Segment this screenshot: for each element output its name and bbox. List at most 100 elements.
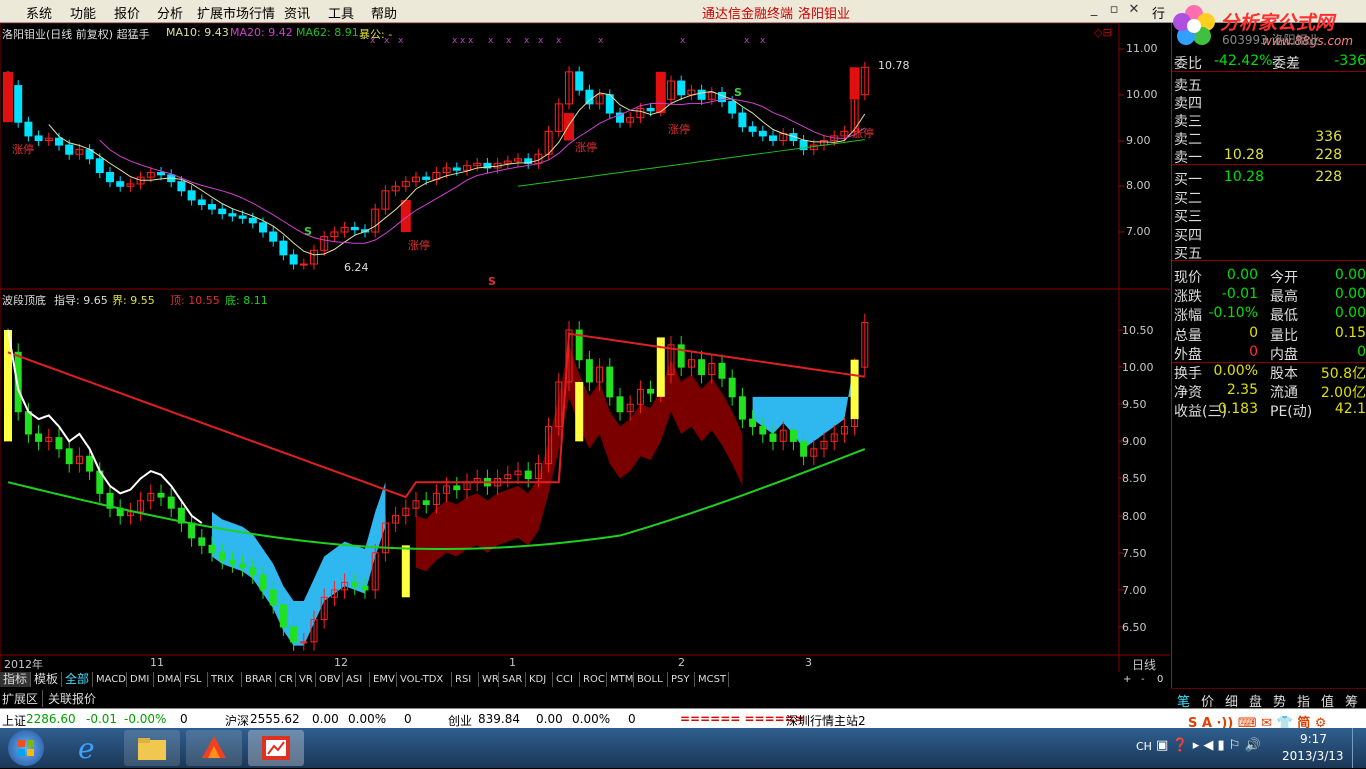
signal-x-mark: x [760, 36, 766, 46]
kline-chart[interactable]: xxxxxxxxxxxxxxx [0, 23, 1170, 688]
sell-level-row[interactable]: 卖二 336 [1174, 129, 1366, 148]
sell-level-row[interactable]: 卖四 [1174, 93, 1366, 112]
tab-psy[interactable]: PSY [668, 672, 695, 687]
stat-value: 0.00 [1226, 267, 1258, 283]
signal-x-mark: x [460, 36, 466, 46]
menu-analysis[interactable]: 分析 [157, 3, 183, 22]
limit-up-candle [655, 71, 666, 114]
minimize-icon[interactable]: _ [1086, 2, 1102, 18]
panel-divider [1172, 260, 1366, 261]
sub-axis-label: 8.00 [1122, 510, 1147, 523]
menu-help[interactable]: 帮助 [371, 3, 397, 22]
status-bar: 上证 2286.60 -0.01 -0.00% 0 沪深 2555.62 0.0… [0, 708, 1366, 731]
lang-indicator[interactable]: CH [1136, 740, 1152, 753]
menu-info[interactable]: 资讯 [284, 3, 310, 22]
ma10-label: MA10: 9.43 [166, 26, 229, 39]
stock-code: 603993 洛阳钼业 [1222, 33, 1320, 47]
candle-body [55, 137, 63, 146]
sub-candle-body [361, 585, 369, 591]
candle-body [646, 107, 655, 112]
server-name[interactable]: 深圳行情主站2 [786, 712, 866, 729]
sub-candle-body [728, 377, 736, 398]
main-axis-label: 9.00 [1126, 134, 1151, 147]
explorer-icon[interactable] [124, 730, 180, 766]
cyan-band [212, 482, 386, 646]
stat-value: 0.15 [1334, 324, 1366, 341]
sub-candle-body [453, 485, 461, 491]
tab-all[interactable]: 全部 [62, 672, 93, 687]
tab-brar[interactable]: BRAR [242, 672, 276, 687]
tab-asi[interactable]: ASI [343, 672, 370, 687]
candle-body [24, 121, 33, 137]
low-price-label: 6.24 [344, 261, 369, 274]
close-icon[interactable]: ✕ [1126, 2, 1142, 18]
sell-level-label: 卖五 [1174, 78, 1202, 94]
tab-cci[interactable]: CCI [553, 672, 580, 687]
sub-candle-body [698, 359, 706, 376]
tdx-app-icon[interactable] [186, 730, 242, 766]
tab-mtm[interactable]: MTM [607, 672, 634, 687]
tab-indicator[interactable]: 指标 [0, 672, 31, 687]
zoom-out-button[interactable]: - [1138, 672, 1154, 687]
menu-quote[interactable]: 报价 [114, 3, 140, 22]
tab-fsl[interactable]: FSL [181, 672, 208, 687]
tab-trix[interactable]: TRIX [208, 672, 242, 687]
chart-area[interactable]: xxxxxxxxxxxxxxx 洛阳钼业(日线 前复权) 超猛手 MA10: 9… [0, 23, 1170, 688]
show-desktop-button[interactable] [1352, 728, 1366, 768]
linked-quote-tab[interactable]: 关联报价 [48, 690, 96, 707]
signal-x-mark: x [488, 36, 494, 46]
tab-macd[interactable]: MACD [93, 672, 127, 687]
tdx-window-icon[interactable] [248, 730, 304, 766]
sell-level-row[interactable]: 卖五 [1174, 75, 1366, 94]
tab-boll[interactable]: BOLL [634, 672, 668, 687]
candle-body [728, 101, 737, 114]
zoom-reset-button[interactable]: 0 [1154, 672, 1170, 687]
tab-vol-tdx[interactable]: VOL-TDX [397, 672, 452, 687]
menu-system[interactable]: 系统 [26, 3, 52, 22]
tab-template[interactable]: 模板 [31, 672, 62, 687]
ma62-label: MA62: 8.91 [296, 26, 359, 39]
hs-change: 0.00 [312, 712, 339, 726]
start-button-icon[interactable] [8, 730, 44, 766]
tab-vr[interactable]: VR [296, 672, 316, 687]
ie-icon[interactable]: e [72, 732, 108, 765]
sell-level-row[interactable]: 卖三 [1174, 111, 1366, 130]
menu-tools[interactable]: 工具 [328, 3, 354, 22]
candle-body [177, 181, 186, 192]
tab-cr[interactable]: CR [276, 672, 296, 687]
menu-function[interactable]: 功能 [70, 3, 96, 22]
buy-level-row[interactable]: 买四 [1174, 225, 1366, 244]
right-tab[interactable]: 行 [1152, 3, 1165, 22]
sub-axis-label: 7.00 [1122, 584, 1147, 597]
tray-icons[interactable]: ▣ ❓ ▸ ◀ ▮ ⚐ 🔊 [1156, 738, 1261, 753]
menu-ext-market[interactable]: 扩展市场行情 [197, 3, 275, 22]
tab-roc[interactable]: ROC [580, 672, 607, 687]
tab-obv[interactable]: OBV [316, 672, 343, 687]
sub-candle-body [789, 429, 797, 442]
candle-body [279, 240, 288, 256]
tab-dma[interactable]: DMA [154, 672, 181, 687]
candle-body [758, 130, 767, 137]
zoom-in-button[interactable]: + [1120, 672, 1136, 687]
buy-level-row[interactable]: 买一 10.28 228 [1174, 169, 1366, 188]
restore-icon[interactable]: ▫ [1106, 2, 1122, 18]
tab-dmi[interactable]: DMI [127, 672, 154, 687]
tab-sar[interactable]: SAR [499, 672, 526, 687]
tab-emv[interactable]: EMV [370, 672, 397, 687]
buy-level-row[interactable]: 买二 [1174, 188, 1366, 207]
sub-candle-body [290, 626, 298, 643]
sh-value: 2286.60 [26, 712, 76, 726]
sub-axis-label: 7.50 [1122, 547, 1147, 560]
window-title-app: 通达信金融终端 [702, 7, 794, 22]
tab-kdj[interactable]: KDJ [526, 672, 553, 687]
tab-mcst[interactable]: MCST [695, 672, 729, 687]
x-axis-label: 2012年 [4, 658, 43, 671]
period-label[interactable]: 日线 [1132, 656, 1156, 673]
buy-level-row[interactable]: 买三 [1174, 206, 1366, 225]
stat-label: 涨幅 [1174, 308, 1202, 325]
tab-wr[interactable]: WR [479, 672, 499, 687]
chart-option-icon[interactable]: ◇⊟ [1094, 26, 1112, 39]
ext-area-tab[interactable]: 扩展区 [2, 690, 44, 707]
tab-rsi[interactable]: RSI [452, 672, 479, 687]
candle-body [575, 71, 584, 91]
